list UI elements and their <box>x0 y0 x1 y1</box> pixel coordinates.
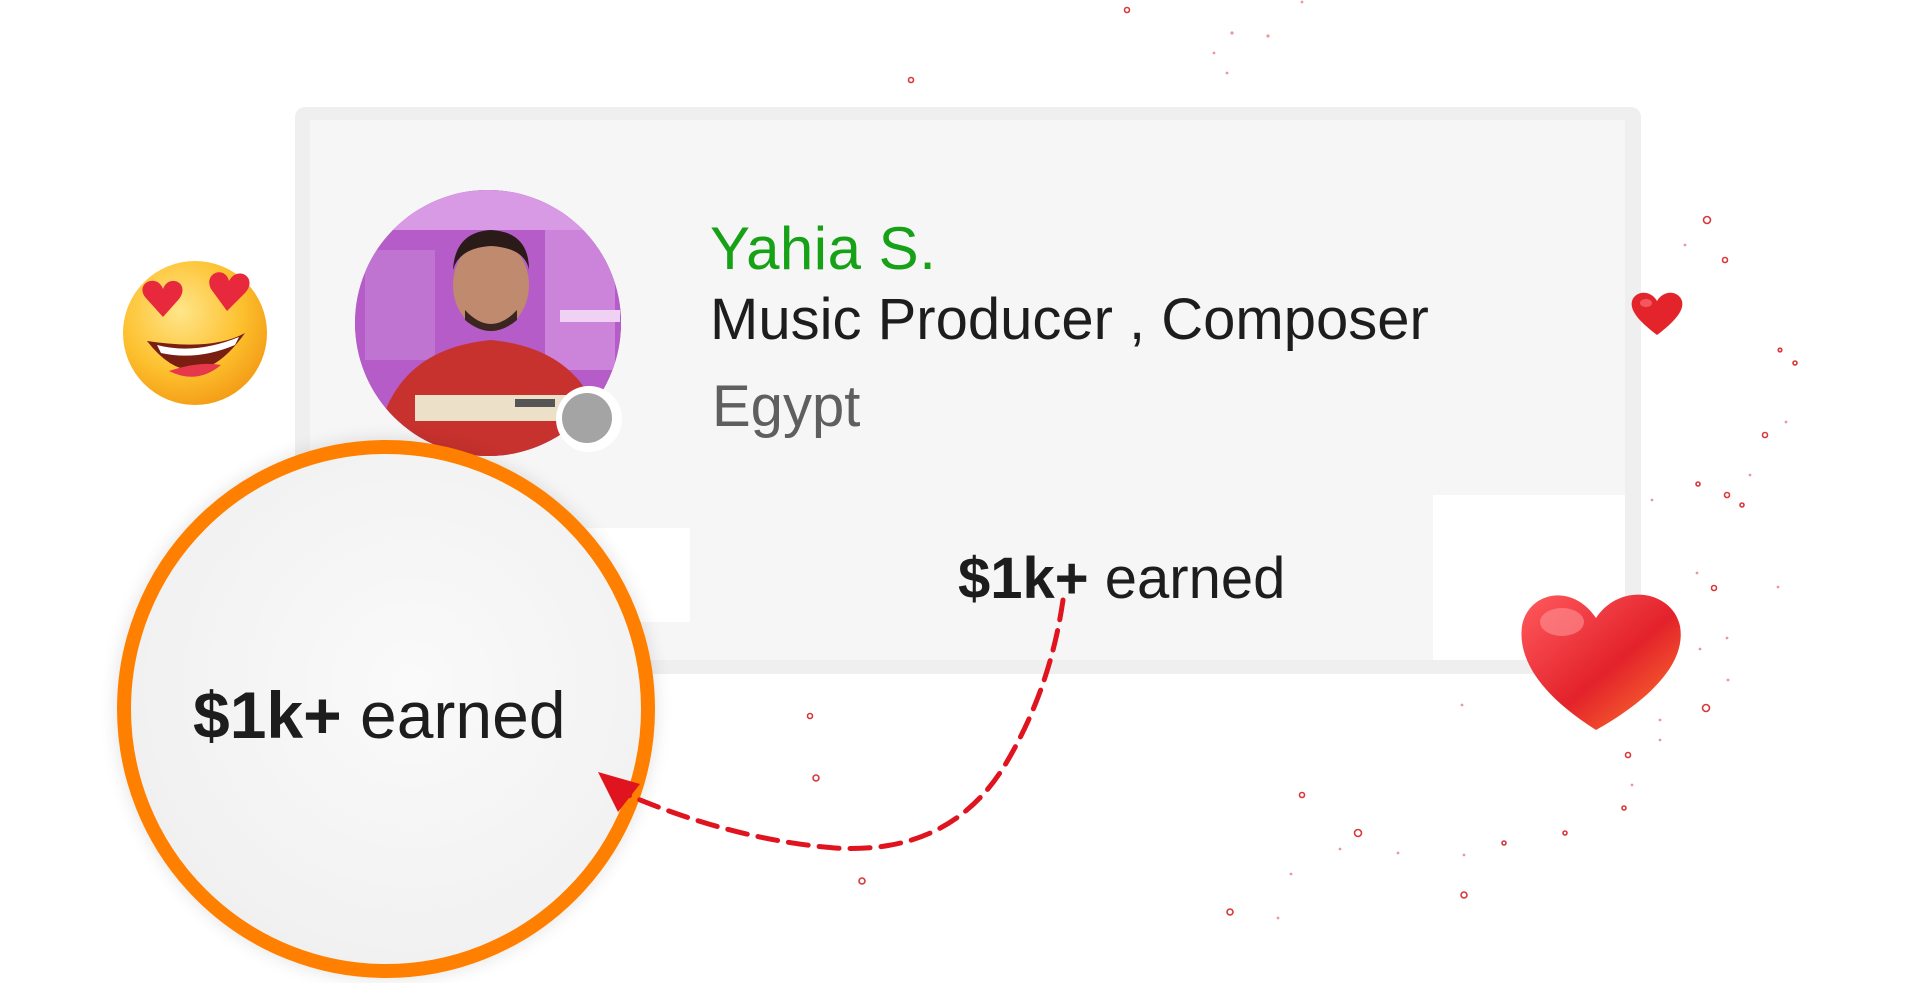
heart-icon <box>1521 594 1681 730</box>
heart-icon <box>1631 292 1683 335</box>
heart-eyes-emoji-icon <box>123 261 267 405</box>
dashed-curved-arrow-icon <box>598 597 1066 852</box>
stage: Yahia S. Music Producer , Composer Egypt… <box>0 0 1920 983</box>
